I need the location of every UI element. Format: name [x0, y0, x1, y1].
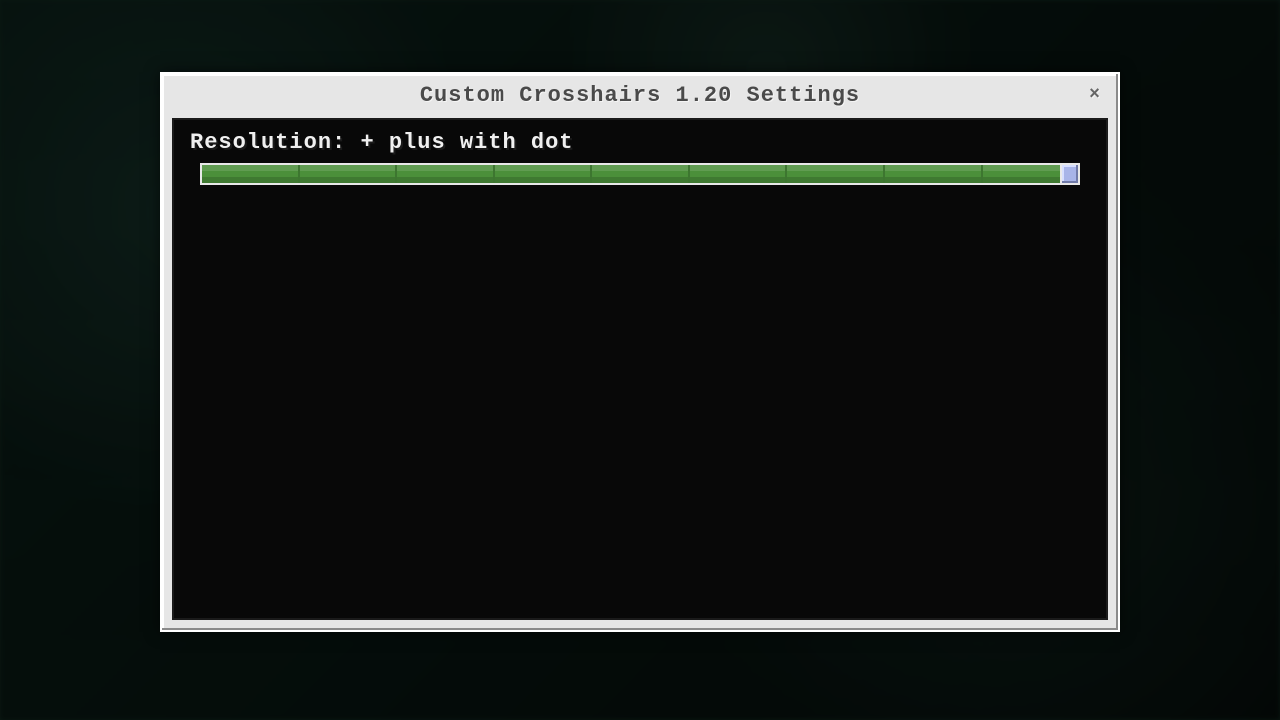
settings-panel: Resolution: + plus with dot	[172, 118, 1108, 620]
resolution-slider[interactable]	[200, 163, 1080, 185]
slider-tick	[495, 165, 593, 183]
slider-tick	[300, 165, 398, 183]
close-button[interactable]: ×	[1082, 82, 1108, 108]
slider-tick	[202, 165, 300, 183]
settings-dialog: Custom Crosshairs 1.20 Settings × Resolu…	[160, 72, 1120, 632]
resolution-value-text: + plus with dot	[360, 130, 573, 155]
resolution-label: Resolution: + plus with dot	[190, 130, 1094, 155]
slider-tick	[397, 165, 495, 183]
slider-tick	[787, 165, 885, 183]
titlebar: Custom Crosshairs 1.20 Settings ×	[162, 74, 1118, 116]
slider-tick	[690, 165, 788, 183]
slider-tick	[885, 165, 983, 183]
close-icon: ×	[1089, 85, 1101, 105]
slider-tick	[592, 165, 690, 183]
slider-thumb[interactable]	[1060, 163, 1080, 185]
slider-ticks	[202, 165, 1078, 183]
dialog-title: Custom Crosshairs 1.20 Settings	[420, 83, 860, 108]
resolution-label-prefix: Resolution:	[190, 130, 360, 155]
